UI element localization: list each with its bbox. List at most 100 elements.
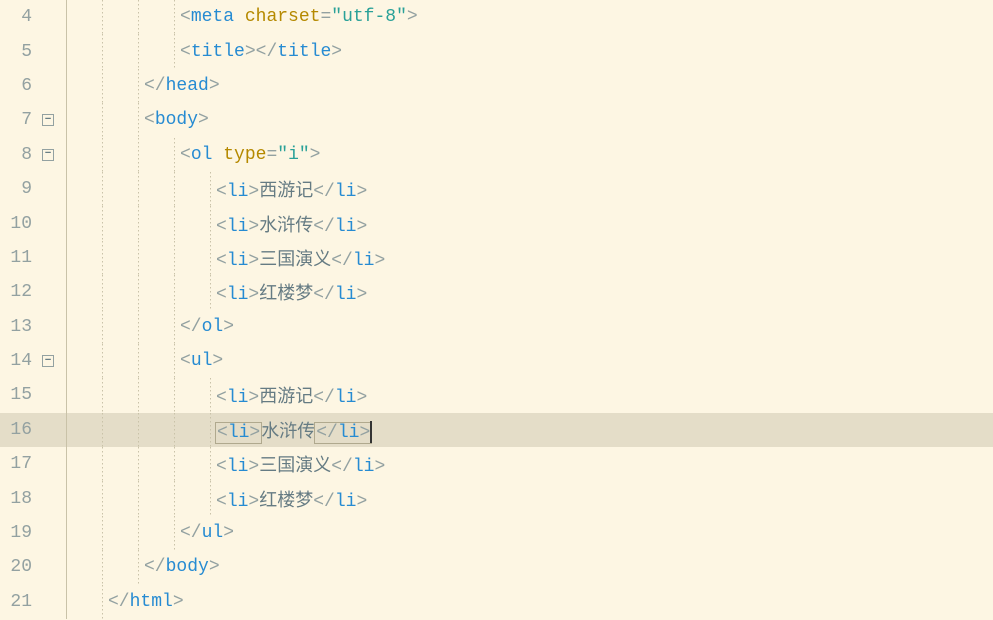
line-number: 10 [0,214,38,234]
indent-guide [102,378,103,412]
token-punct: > [248,285,259,305]
code-content[interactable]: <li>红楼梦</li> [216,279,367,305]
indent-guide [138,516,139,550]
code-content[interactable]: <li>三国演义</li> [216,245,385,271]
token-punct: > [209,557,220,577]
line-number: 11 [0,248,38,268]
token-punct: > [356,182,367,202]
code-content[interactable]: <body> [144,110,209,130]
indent-guides [58,413,216,447]
indent-guide [210,206,211,240]
indent-guide [138,275,139,309]
fold-minus-icon[interactable]: − [42,355,54,367]
indent-guides [58,481,216,515]
indent-guide [174,206,175,240]
code-content[interactable]: <li>水浒传</li> [216,417,372,443]
indent-guide [66,103,67,137]
code-line[interactable]: 8− <ol type="i"> [0,138,993,172]
token-punct: > [248,492,259,512]
fold-gutter[interactable]: − [38,114,58,126]
token-text: 西游记 [259,182,313,202]
code-line[interactable]: 11 <li>三国演义</li> [0,241,993,275]
line-number: 8 [0,145,38,165]
code-line[interactable]: 21 </html> [0,585,993,619]
indent-guide [174,172,175,206]
indent-guide [102,413,103,447]
code-line[interactable]: 15<li>西游记</li> [0,378,993,412]
code-line[interactable]: 4<meta charset="utf-8"> [0,0,993,34]
indent-guide [66,516,67,550]
token-punct: > [212,351,223,371]
indent-guide [138,206,139,240]
code-line[interactable]: 17<li>三国演义</li> [0,447,993,481]
indent-guides [58,516,180,550]
code-content[interactable]: <ol type="i"> [180,145,320,165]
code-content[interactable]: <li>红楼梦</li> [216,486,367,512]
fold-gutter[interactable]: − [38,149,58,161]
indent-guide [138,413,139,447]
indent-guide [174,413,175,447]
code-content[interactable]: </html> [108,592,184,612]
indent-guide [102,516,103,550]
token-punct: < [180,7,191,27]
code-line[interactable]: 13</ol> [0,310,993,344]
token-punct: </ [180,317,202,337]
code-line[interactable]: 18<li>红楼梦</li> [0,481,993,515]
code-line[interactable]: 5<title></title> [0,34,993,68]
indent-guide [174,241,175,275]
code-content[interactable]: <li>三国演义</li> [216,451,385,477]
fold-minus-icon[interactable]: − [42,114,54,126]
code-content[interactable]: <ul> [180,351,223,371]
line-number: 14 [0,351,38,371]
indent-guide [138,378,139,412]
indent-guide [210,481,211,515]
indent-guide [66,378,67,412]
indent-guide [102,585,103,619]
code-line[interactable]: 14− <ul> [0,344,993,378]
token-tag: li [227,251,249,271]
token-punct: < [216,457,227,477]
code-line[interactable]: 6</head> [0,69,993,103]
code-content[interactable]: <li>水浒传</li> [216,211,367,237]
token-punct: > [173,592,184,612]
code-content[interactable]: <title></title> [180,42,342,62]
indent-guide [210,447,211,481]
token-text: 红楼梦 [259,492,313,512]
token-punct: > [245,42,256,62]
code-line[interactable]: 9<li>西游记</li> [0,172,993,206]
token-punct: < [216,285,227,305]
indent-guide [138,481,139,515]
indent-guide [66,275,67,309]
code-line[interactable]: 16<li>水浒传</li> [0,413,993,447]
code-content[interactable]: <li>西游记</li> [216,176,367,202]
indent-guide [102,103,103,137]
code-line[interactable]: 19</ul> [0,516,993,550]
token-punct: < [180,351,191,371]
token-punct: > [407,7,418,27]
token-text: 水浒传 [259,217,313,237]
indent-guide [174,447,175,481]
token-punct: </ [331,457,353,477]
token-text [234,7,245,27]
token-tag: li [338,423,360,443]
token-punct: = [320,7,331,27]
code-content[interactable]: <meta charset="utf-8"> [180,7,418,27]
token-punct: </ [108,592,130,612]
indent-guides [58,138,180,172]
fold-minus-icon[interactable]: − [42,149,54,161]
fold-gutter[interactable]: − [38,355,58,367]
code-line[interactable]: 12<li>红楼梦</li> [0,275,993,309]
token-punct: > [249,423,260,443]
code-line[interactable]: 7−<body> [0,103,993,137]
code-content[interactable]: <li>西游记</li> [216,382,367,408]
token-punct: > [310,145,321,165]
code-editor[interactable]: 4<meta charset="utf-8">5<title></title>6… [0,0,993,620]
code-content[interactable]: </ul> [180,523,234,543]
line-number: 21 [0,592,38,612]
code-content[interactable]: </head> [144,76,220,96]
code-line[interactable]: 20</body> [0,550,993,584]
code-line[interactable]: 10 <li>水浒传</li> [0,206,993,240]
code-content[interactable]: </ol> [180,317,234,337]
indent-guide [102,275,103,309]
code-content[interactable]: </body> [144,557,220,577]
